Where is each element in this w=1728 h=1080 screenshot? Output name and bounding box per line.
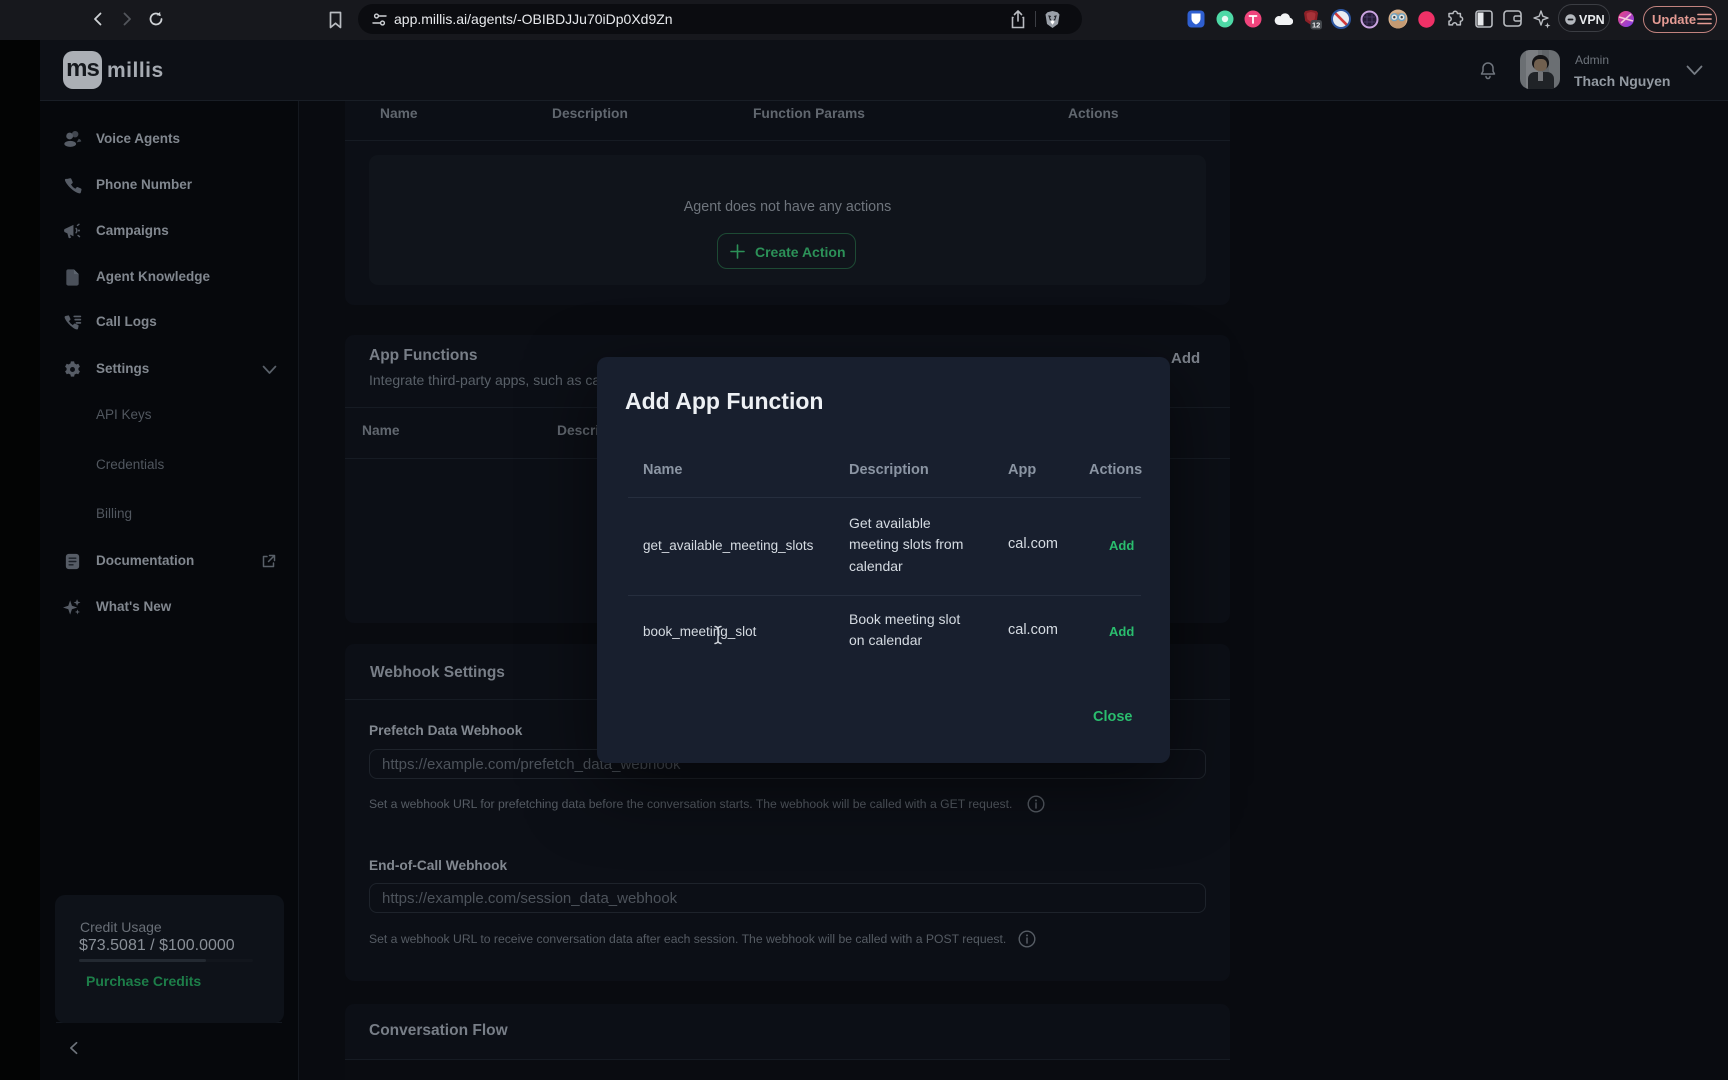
svg-text:12: 12 xyxy=(1312,20,1320,29)
